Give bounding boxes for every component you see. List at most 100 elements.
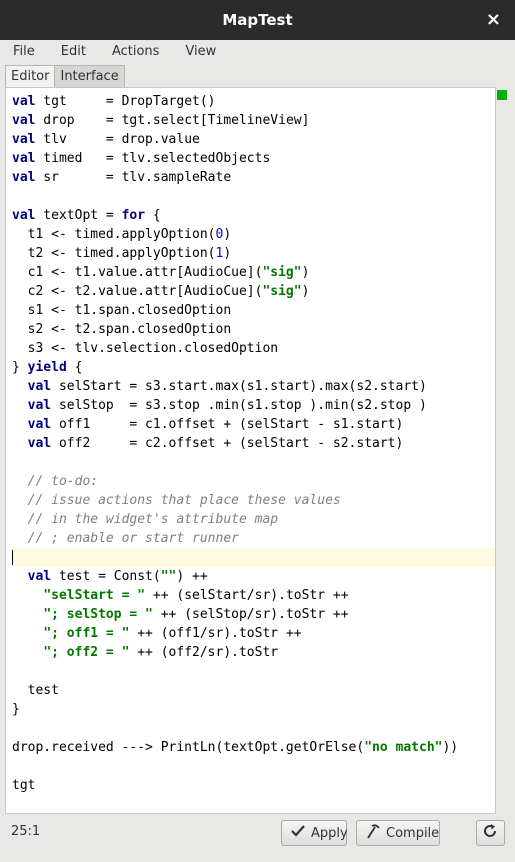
tab-editor[interactable]: Editor — [5, 65, 56, 88]
code-token: val — [12, 132, 36, 147]
text-caret — [12, 550, 13, 565]
code-token: val — [27, 398, 52, 413]
code-line[interactable]: "; off2 = " ++ (off2/sr).toStr — [11, 643, 495, 662]
code-line[interactable]: c1 <- t1.value.attr[AudioCue]("sig") — [11, 263, 495, 282]
code-line[interactable]: t1 <- timed.applyOption(0) — [11, 225, 495, 244]
apply-button[interactable]: Apply — [281, 820, 348, 846]
code-line[interactable] — [11, 453, 495, 472]
code-line[interactable]: drop.received ---> PrintLn(textOpt.getOr… — [11, 738, 495, 757]
code-line[interactable]: val off2 = c2.offset + (selStart - s2.st… — [11, 434, 495, 453]
code-token: s3 <- tlv.selection.closedOption — [12, 341, 279, 356]
code-line[interactable]: } — [11, 700, 495, 719]
code-token: val — [12, 94, 36, 109]
code-token: off1 = c1.offset + (selStart - s1.start) — [51, 417, 404, 432]
code-line[interactable]: val off1 = c1.offset + (selStart - s1.st… — [11, 415, 495, 434]
code-line[interactable]: val textOpt = for { — [11, 206, 495, 225]
code-token: test = Const( — [51, 569, 161, 584]
code-token: } — [12, 702, 20, 717]
code-token: "; off1 = " — [43, 626, 130, 641]
menu-actions[interactable]: Actions — [99, 44, 173, 59]
code-line[interactable]: } yield { — [11, 358, 495, 377]
code-line[interactable] — [11, 187, 495, 206]
code-token: ) ++ — [176, 569, 208, 584]
code-token: ) — [301, 265, 310, 280]
code-token: "no match" — [364, 740, 443, 755]
window-title: MapTest — [222, 11, 293, 29]
refresh-button[interactable] — [476, 820, 505, 846]
code-line[interactable]: // issue actions that place these values — [11, 491, 495, 510]
code-token: // to-do: — [12, 474, 99, 489]
code-line[interactable]: t2 <- timed.applyOption(1) — [11, 244, 495, 263]
tab-interface[interactable]: Interface — [54, 65, 125, 88]
code-line[interactable]: // to-do: — [11, 472, 495, 491]
code-token: "selStart = " — [43, 588, 146, 603]
code-token: t1 <- timed.applyOption( — [12, 227, 216, 242]
code-token: // in the widget's attribute map — [12, 512, 279, 527]
close-icon[interactable]: × — [486, 9, 501, 30]
code-line[interactable]: "; off1 = " ++ (off1/sr).toStr ++ — [11, 624, 495, 643]
code-token: c2 <- t2.value.attr[AudioCue]( — [12, 284, 263, 299]
code-line[interactable] — [11, 662, 495, 681]
code-token: val — [27, 436, 52, 451]
compile-label: Compile — [386, 825, 440, 841]
code-token: ++ (off2/sr).toStr — [129, 645, 279, 660]
code-token: { — [145, 208, 161, 223]
code-token: val — [27, 569, 52, 584]
code-token: val — [12, 170, 36, 185]
code-editor[interactable]: val tgt = DropTarget() val drop = tgt.sel… — [5, 87, 496, 814]
code-line[interactable] — [11, 757, 495, 776]
code-line[interactable] — [11, 719, 495, 738]
code-token: )) — [442, 740, 459, 755]
code-token: val — [12, 113, 36, 128]
code-line[interactable]: s3 <- tlv.selection.closedOption — [11, 339, 495, 358]
code-token: val — [27, 417, 52, 432]
code-line[interactable]: "; selStop = " ++ (selStop/sr).toStr ++ — [11, 605, 495, 624]
tab-bar: Editor Interface — [5, 65, 125, 88]
code-line[interactable]: s2 <- t2.span.closedOption — [11, 320, 495, 339]
code-line[interactable]: val drop = tgt.select[TimelineView] — [11, 111, 495, 130]
code-token: tgt = DropTarget() — [35, 94, 216, 109]
code-line[interactable]: c2 <- t2.value.attr[AudioCue]("sig") — [11, 282, 495, 301]
code-token: test — [12, 683, 59, 698]
cursor-position: 25:1 — [11, 824, 41, 839]
code-token: val — [12, 151, 36, 166]
code-line[interactable]: val timed = tlv.selectedObjects — [11, 149, 495, 168]
code-line[interactable]: val tlv = drop.value — [11, 130, 495, 149]
code-text[interactable]: val tgt = DropTarget() val drop = tgt.sel… — [11, 92, 495, 795]
code-line[interactable]: tgt — [11, 776, 495, 795]
code-token: ++ (off1/sr).toStr ++ — [129, 626, 302, 641]
menu-file[interactable]: File — [0, 44, 48, 59]
code-line[interactable]: val sr = tlv.sampleRate — [11, 168, 495, 187]
code-token: ) — [301, 284, 310, 299]
code-token: selStart = s3.start.max(s1.start).max(s2… — [51, 379, 427, 394]
code-line[interactable]: // in the widget's attribute map — [11, 510, 495, 529]
code-line[interactable]: val selStop = s3.stop .min(s1.stop ).min… — [11, 396, 495, 415]
code-token: ) — [223, 227, 232, 242]
code-line[interactable] — [11, 548, 495, 567]
code-line[interactable]: test — [11, 681, 495, 700]
check-icon — [290, 824, 306, 842]
code-token: s1 <- t1.span.closedOption — [12, 303, 232, 318]
code-line[interactable]: val test = Const("") ++ — [11, 567, 495, 586]
code-line[interactable]: // ; enable or start runner — [11, 529, 495, 548]
menu-edit[interactable]: Edit — [48, 44, 99, 59]
code-line[interactable]: s1 <- t1.span.closedOption — [11, 301, 495, 320]
code-token: // ; enable or start runner — [12, 531, 239, 546]
code-line[interactable]: "selStart = " ++ (selStart/sr).toStr ++ — [11, 586, 495, 605]
code-token: drop = tgt.select[TimelineView] — [35, 113, 310, 128]
code-line[interactable]: val selStart = s3.start.max(s1.start).ma… — [11, 377, 495, 396]
code-line[interactable]: val tgt = DropTarget() — [11, 92, 495, 111]
menu-view[interactable]: View — [172, 44, 229, 59]
code-token: drop.received ---> PrintLn(textOpt.getOr… — [12, 740, 365, 755]
compile-button[interactable]: Compile — [356, 820, 440, 846]
status-ok-marker — [497, 90, 507, 100]
code-token: sr = tlv.sampleRate — [35, 170, 232, 185]
code-token: off2 = c2.offset + (selStart - s2.start) — [51, 436, 404, 451]
